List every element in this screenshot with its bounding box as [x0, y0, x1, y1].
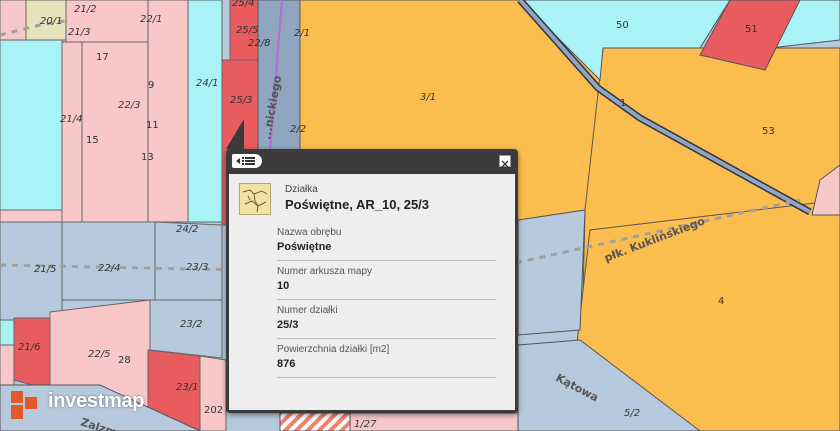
popup-titlebar	[226, 149, 518, 173]
parcel-label: 25/5	[236, 25, 258, 36]
parcel-label: 21/4	[60, 114, 82, 125]
parcel-label: 5/2	[624, 408, 640, 419]
parcel-label: 2/2	[290, 124, 306, 135]
parcel-label: 22/4	[98, 263, 120, 274]
popup-pointer	[226, 119, 244, 149]
parcel-label: 24/1	[196, 78, 218, 89]
field-value: 25/3	[277, 319, 299, 331]
parcel-map-icon	[239, 183, 271, 215]
logo-text: investmap	[48, 390, 145, 412]
parcel-label: 21/2	[74, 4, 96, 15]
parcel-label: 2/1	[294, 28, 310, 39]
parcel-info-popup: Działka Poświętne, AR_10, 25/3 Nazwa obr…	[226, 119, 518, 413]
field-nazwa-obrebu: Nazwa obrębu Poświętne	[277, 224, 496, 261]
parcel-label: 202	[204, 405, 223, 416]
parcel-label: 1/27	[354, 419, 377, 430]
field-numer-arkusza: Numer arkusza mapy 10	[277, 263, 496, 300]
field-label: Numer arkusza mapy	[277, 266, 373, 277]
field-powierzchnia: Powierzchnia działki [m2] 876	[277, 341, 496, 378]
parcel-label: 15	[86, 135, 99, 146]
plot-area[interactable]	[187, 0, 223, 223]
parcel-label: 17	[96, 52, 109, 63]
parcel-label: 11	[146, 120, 159, 131]
plot-area[interactable]	[0, 319, 15, 346]
popup-title: Poświętne, AR_10, 25/3	[285, 197, 430, 212]
parcel-label: 21/6	[18, 342, 40, 353]
plot-area[interactable]	[517, 209, 586, 336]
hatched-plot[interactable]	[279, 412, 351, 431]
parcel-label: 22/3	[118, 100, 140, 111]
parcel-label: 20/1	[40, 16, 62, 27]
parcel-label: 23/3	[186, 262, 208, 273]
parcel-label: 1	[620, 98, 626, 109]
parcel-label: 50	[616, 20, 629, 31]
field-label: Numer działki	[277, 305, 338, 316]
parcel-label: 25/4	[232, 0, 254, 9]
parcel-label: 3/1	[420, 92, 436, 103]
field-value: 876	[277, 358, 296, 370]
parcel-label: 21/3	[68, 27, 90, 38]
parcel-label: 9	[148, 80, 154, 91]
popup-body: Działka Poświętne, AR_10, 25/3 Nazwa obr…	[229, 174, 515, 410]
plot-area[interactable]	[61, 221, 156, 301]
plot-area[interactable]	[61, 41, 83, 223]
plot-area[interactable]	[0, 39, 63, 211]
feature-type-label: Działka	[285, 184, 318, 195]
field-label: Powierzchnia działki [m2]	[277, 344, 390, 355]
field-label: Nazwa obrębu	[277, 227, 342, 238]
parcel-label: 24/2	[176, 224, 198, 235]
parcel-label: 53	[762, 126, 775, 137]
parcel-label: 23/2	[180, 319, 202, 330]
field-value: Poświętne	[277, 241, 332, 253]
parcel-label: 28	[118, 355, 131, 366]
parcel-label: 22/8	[248, 38, 270, 49]
plot-area[interactable]	[199, 355, 227, 431]
parcel-label: 22/1	[140, 14, 162, 25]
parcel-label: 22/5	[88, 349, 110, 360]
list-icon[interactable]	[232, 154, 262, 168]
investmap-logo[interactable]: investmap	[8, 388, 145, 422]
parcel-label: 21/5	[34, 264, 56, 275]
parcel-label: 51	[745, 24, 758, 35]
parcel-label: 13	[141, 152, 154, 163]
plot-area[interactable]	[147, 0, 189, 223]
field-numer-dzialki: Numer działki 25/3	[277, 302, 496, 339]
field-value: 10	[277, 280, 290, 292]
parcel-label: 23/1	[176, 382, 198, 393]
parcel-label: 25/3	[230, 95, 252, 106]
logo-mark-icon	[11, 391, 37, 419]
close-icon[interactable]	[499, 155, 511, 168]
plot-area[interactable]	[13, 317, 51, 391]
parcel-label: 4	[718, 296, 724, 307]
